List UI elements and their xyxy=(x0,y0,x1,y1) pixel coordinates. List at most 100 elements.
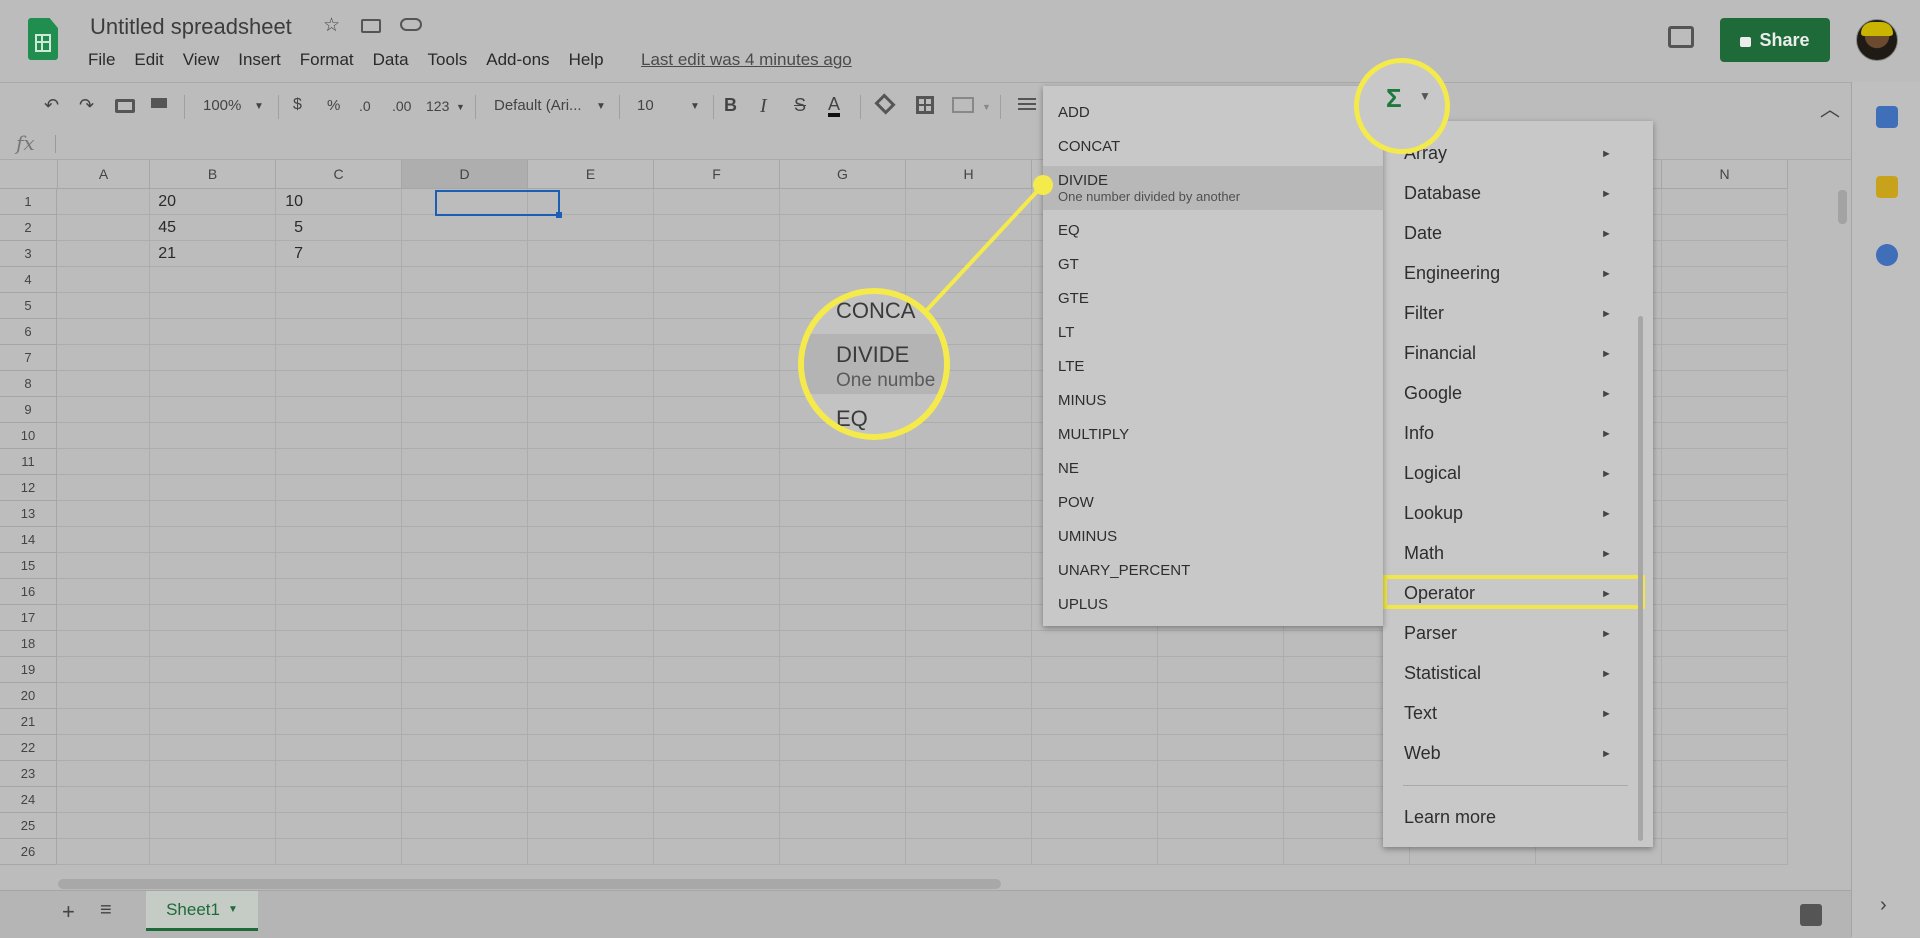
column-header-h[interactable]: H xyxy=(906,160,1032,189)
category-math[interactable]: Math xyxy=(1404,543,1444,564)
row-header-17[interactable]: 17 xyxy=(0,605,57,631)
operator-item-pow[interactable]: POW xyxy=(1058,494,1094,511)
row-header-3[interactable]: 3 xyxy=(0,241,57,267)
avatar[interactable] xyxy=(1856,19,1898,61)
sheet-tab[interactable]: Sheet1 ▼ xyxy=(146,891,258,931)
horizontal-scrollbar[interactable] xyxy=(58,879,1001,889)
row-header-21[interactable]: 21 xyxy=(0,709,57,735)
cell-b2[interactable]: 5 xyxy=(184,215,303,241)
currency-format-button[interactable]: $ xyxy=(293,96,302,114)
row-header-12[interactable]: 12 xyxy=(0,475,57,501)
keep-icon[interactable] xyxy=(1876,176,1898,198)
more-formats-button[interactable]: 123 xyxy=(426,98,449,114)
operator-item-minus[interactable]: MINUS xyxy=(1058,392,1106,409)
row-header-15[interactable]: 15 xyxy=(0,553,57,579)
chevron-right-icon[interactable]: › xyxy=(1880,894,1887,917)
text-color-icon[interactable]: A xyxy=(828,95,841,117)
undo-icon[interactable]: ↶ xyxy=(44,95,59,116)
more-formats-chevron-down-icon[interactable]: ▼ xyxy=(456,102,465,112)
menu-file[interactable]: File xyxy=(88,50,115,70)
row-header-9[interactable]: 9 xyxy=(0,397,57,423)
menu-view[interactable]: View xyxy=(183,50,220,70)
strikethrough-icon[interactable]: S xyxy=(794,95,806,116)
zoom-select[interactable]: 100% xyxy=(203,97,241,114)
calendar-icon[interactable] xyxy=(1876,106,1898,128)
percent-format-button[interactable]: % xyxy=(327,97,340,114)
row-header-19[interactable]: 19 xyxy=(0,657,57,683)
operator-item-gt[interactable]: GT xyxy=(1058,256,1079,273)
operator-item-ne[interactable]: NE xyxy=(1058,460,1079,477)
category-info[interactable]: Info xyxy=(1404,423,1434,444)
font-select[interactable]: Default (Ari... xyxy=(494,97,582,114)
font-size-select[interactable]: 10 xyxy=(637,97,654,114)
last-edit-link[interactable]: Last edit was 4 minutes ago xyxy=(641,50,852,70)
align-icon[interactable] xyxy=(1018,98,1036,112)
row-header-8[interactable]: 8 xyxy=(0,371,57,397)
row-header-11[interactable]: 11 xyxy=(0,449,57,475)
column-header-g[interactable]: G xyxy=(780,160,906,189)
row-header-22[interactable]: 22 xyxy=(0,735,57,761)
vertical-scrollbar[interactable] xyxy=(1838,190,1847,224)
document-title[interactable]: Untitled spreadsheet xyxy=(90,14,292,40)
font-size-chevron-down-icon[interactable]: ▼ xyxy=(690,101,700,112)
category-filter[interactable]: Filter xyxy=(1404,303,1444,324)
row-header-24[interactable]: 24 xyxy=(0,787,57,813)
operator-item-eq[interactable]: EQ xyxy=(1058,222,1080,239)
menu-data[interactable]: Data xyxy=(373,50,409,70)
category-database[interactable]: Database xyxy=(1404,183,1481,204)
select-all-corner[interactable] xyxy=(0,160,58,189)
operator-item-multiply[interactable]: MULTIPLY xyxy=(1058,426,1129,443)
operator-item-add[interactable]: ADD xyxy=(1058,104,1090,121)
move-folder-icon[interactable] xyxy=(361,19,381,33)
operator-item-lt[interactable]: LT xyxy=(1058,324,1074,341)
explore-icon[interactable] xyxy=(1800,904,1822,926)
increase-decimal-button[interactable]: .00 xyxy=(392,98,411,114)
redo-icon[interactable]: ↷ xyxy=(79,95,94,116)
cloud-icon[interactable] xyxy=(400,18,422,31)
cell-b3[interactable]: 7 xyxy=(184,241,303,267)
row-header-10[interactable]: 10 xyxy=(0,423,57,449)
row-header-23[interactable]: 23 xyxy=(0,761,57,787)
row-header-26[interactable]: 26 xyxy=(0,839,57,865)
column-header-a[interactable]: A xyxy=(58,160,150,189)
menu-tools[interactable]: Tools xyxy=(428,50,468,70)
row-header-2[interactable]: 2 xyxy=(0,215,57,241)
operator-item-gte[interactable]: GTE xyxy=(1058,290,1089,307)
tasks-icon[interactable] xyxy=(1876,244,1898,266)
operator-item-uminus[interactable]: UMINUS xyxy=(1058,528,1117,545)
menu-insert[interactable]: Insert xyxy=(238,50,281,70)
operator-item-lte[interactable]: LTE xyxy=(1058,358,1084,375)
row-header-7[interactable]: 7 xyxy=(0,345,57,371)
category-lookup[interactable]: Lookup xyxy=(1404,503,1463,524)
row-header-14[interactable]: 14 xyxy=(0,527,57,553)
learn-more-link[interactable]: Learn more xyxy=(1404,807,1496,828)
sheet-tab-chevron-down-icon[interactable]: ▼ xyxy=(228,904,238,915)
paint-format-icon[interactable] xyxy=(151,98,167,108)
category-engineering[interactable]: Engineering xyxy=(1404,263,1500,284)
sheets-logo-icon[interactable] xyxy=(28,18,58,60)
operator-item-unary-percent[interactable]: UNARY_PERCENT xyxy=(1058,562,1190,579)
italic-icon[interactable]: I xyxy=(760,95,767,118)
menu-format[interactable]: Format xyxy=(300,50,354,70)
category-parser[interactable]: Parser xyxy=(1404,623,1457,644)
category-google[interactable]: Google xyxy=(1404,383,1462,404)
star-icon[interactable]: ☆ xyxy=(323,14,340,37)
row-header-13[interactable]: 13 xyxy=(0,501,57,527)
row-header-5[interactable]: 5 xyxy=(0,293,57,319)
operator-item-uplus[interactable]: UPLUS xyxy=(1058,596,1108,613)
row-header-20[interactable]: 20 xyxy=(0,683,57,709)
column-header-c[interactable]: C xyxy=(276,160,402,189)
fill-color-icon[interactable] xyxy=(874,93,896,115)
row-header-6[interactable]: 6 xyxy=(0,319,57,345)
borders-icon[interactable] xyxy=(916,96,934,114)
font-chevron-down-icon[interactable]: ▼ xyxy=(596,101,606,112)
cell-a1[interactable]: 20 xyxy=(58,189,176,215)
category-date[interactable]: Date xyxy=(1404,223,1442,244)
chevron-up-icon[interactable]: ︿ xyxy=(1820,93,1840,122)
operator-item-concat[interactable]: CONCAT xyxy=(1058,138,1120,155)
functions-sum-button[interactable]: Σ ▼ xyxy=(1354,58,1450,154)
all-sheets-icon[interactable]: ≡ xyxy=(100,899,112,922)
cell-a3[interactable]: 21 xyxy=(58,241,176,267)
comments-icon[interactable] xyxy=(1668,26,1694,48)
row-header-25[interactable]: 25 xyxy=(0,813,57,839)
